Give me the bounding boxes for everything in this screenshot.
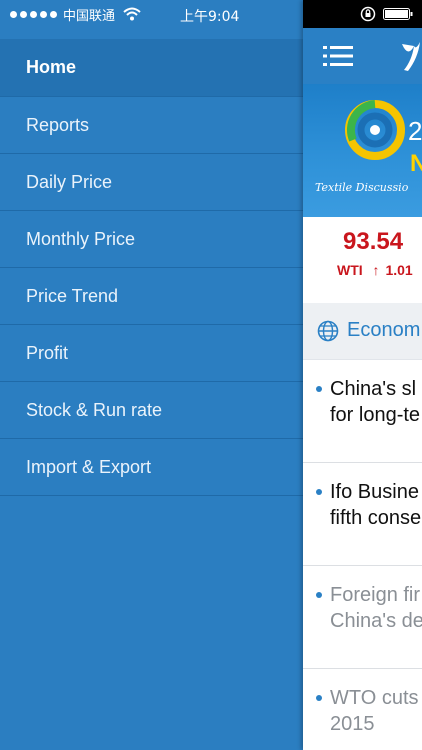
menu-item-label: Price Trend [26, 285, 119, 306]
menu-item-home[interactable]: Home [0, 39, 303, 97]
wifi-icon [123, 7, 141, 21]
menu-item-profit[interactable]: Profit [0, 325, 303, 382]
news-headline: WTO cuts 2015 [330, 687, 419, 735]
news-item[interactable]: Ifo Busine fifth conse [303, 463, 422, 566]
ticker-label-row: WTI ↑ 1.01 [337, 262, 413, 278]
hero-banner[interactable]: 2 N Textile Discussio [303, 84, 422, 217]
menu-item-label: Reports [26, 114, 90, 135]
ticker-change: 1.01 [385, 262, 413, 278]
menu-item-label: Profit [26, 342, 69, 363]
menu-item-import-export[interactable]: Import & Export [0, 439, 303, 496]
menu-item-label: Daily Price [26, 171, 113, 192]
ticker-commodity: WTI [337, 262, 363, 278]
menu-item-label: Import & Export [26, 456, 152, 477]
signal-strength-icon [10, 10, 57, 18]
event-logo-icon [345, 100, 405, 160]
news-item[interactable]: China's sl for long-te [303, 360, 422, 463]
menu-item-label: Home [26, 57, 77, 77]
app-screen: 中国联通 上午9:04 Home Reports Daily Price Mon… [0, 0, 422, 750]
carrier-name: 中国联通 [63, 8, 116, 24]
status-bar-right [303, 0, 422, 28]
status-bar-left: 中国联通 上午9:04 [0, 0, 303, 28]
bullet-icon [316, 386, 322, 392]
menu-item-reports[interactable]: Reports [0, 97, 303, 154]
rotation-lock-icon [360, 6, 376, 22]
news-item[interactable]: Foreign fir China's de [303, 566, 422, 669]
menu-item-stock-run-rate[interactable]: Stock & Run rate [0, 382, 303, 439]
news-headline: Foreign fir China's de [330, 584, 422, 632]
bullet-icon [316, 592, 322, 598]
menu-item-monthly-price[interactable]: Monthly Price [0, 211, 303, 268]
globe-icon [317, 320, 339, 342]
drawer-menu: Home Reports Daily Price Monthly Price P… [0, 39, 303, 496]
news-headline: China's sl for long-te [330, 378, 421, 426]
battery-icon [383, 8, 413, 20]
banner-year-text: 2 [408, 116, 422, 146]
news-list: China's sl for long-te Ifo Busine fifth … [303, 360, 422, 750]
menu-icon[interactable] [323, 45, 353, 67]
bullet-icon [316, 489, 322, 495]
ticker-price: 93.54 [343, 228, 404, 255]
bullet-icon [316, 695, 322, 701]
side-drawer: 中国联通 上午9:04 Home Reports Daily Price Mon… [0, 0, 303, 750]
banner-sub-text: N [410, 150, 422, 177]
app-logo-icon [402, 42, 420, 71]
banner-tagline: Textile Discussio [315, 181, 409, 194]
price-ticker[interactable]: 93.54 WTI ↑ 1.01 [303, 217, 422, 303]
menu-item-label: Stock & Run rate [26, 399, 163, 420]
menu-item-daily-price[interactable]: Daily Price [0, 154, 303, 211]
news-item[interactable]: WTO cuts 2015 [303, 669, 422, 750]
status-time: 上午9:04 [180, 9, 240, 25]
arrow-up-icon: ↑ [372, 262, 380, 278]
top-nav-bar [303, 28, 422, 84]
section-title: Econom [347, 319, 421, 341]
section-header[interactable]: Econom [303, 303, 422, 360]
news-headline: Ifo Busine fifth conse [330, 481, 422, 529]
main-content-panel[interactable]: 2 N Textile Discussio 93.54 WTI ↑ 1.01 E… [303, 0, 422, 750]
menu-item-price-trend[interactable]: Price Trend [0, 268, 303, 325]
menu-item-label: Monthly Price [26, 228, 136, 249]
